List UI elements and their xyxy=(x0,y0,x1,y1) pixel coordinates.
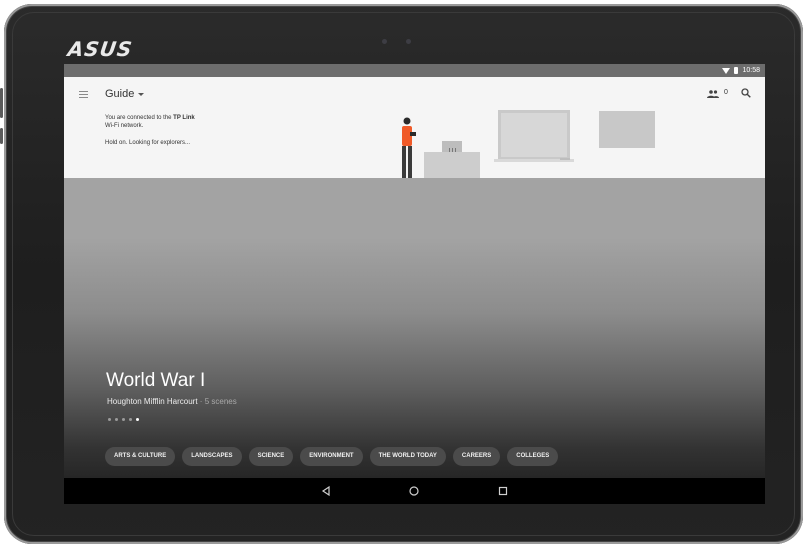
carousel-dot-active[interactable] xyxy=(136,418,139,421)
connection-message-line2: Wi-Fi network. xyxy=(105,123,144,129)
searching-message: Hold on. Looking for explorers... xyxy=(105,140,191,146)
carousel-dot[interactable] xyxy=(129,418,132,421)
wifi-icon xyxy=(722,67,731,74)
carousel-dots xyxy=(108,418,139,421)
guide-title: Guide xyxy=(105,88,135,100)
chip-landscapes[interactable]: LANDSCAPES xyxy=(182,447,242,466)
search-icon[interactable] xyxy=(741,88,751,98)
chip-world-today[interactable]: THE WORLD TODAY xyxy=(369,447,446,466)
people-icon[interactable] xyxy=(707,90,719,98)
back-icon[interactable] xyxy=(320,485,332,497)
screen: 10:58 Guide You are connected to the TP … xyxy=(64,64,765,504)
chip-arts-culture[interactable]: ARTS & CULTURE xyxy=(105,447,176,466)
router xyxy=(442,141,462,152)
meta-separator: · xyxy=(199,397,203,406)
battery-icon xyxy=(734,67,739,74)
chip-science[interactable]: SCIENCE xyxy=(248,447,294,466)
screen-board xyxy=(498,110,570,160)
scene-count: 5 scenes xyxy=(204,397,237,406)
chip-careers[interactable]: CAREERS xyxy=(452,447,501,466)
explorer-count: 0 xyxy=(724,89,728,96)
desk xyxy=(424,152,480,178)
app-header: Guide You are connected to the TP Link W… xyxy=(64,77,765,178)
expedition-title: World War I xyxy=(106,370,206,391)
carousel-dot[interactable] xyxy=(108,418,111,421)
chip-colleges[interactable]: COLLEGES xyxy=(507,447,559,466)
person-figure xyxy=(402,117,416,178)
navigation-bar xyxy=(64,478,765,504)
status-bar: 10:58 xyxy=(64,64,765,77)
featured-expedition[interactable]: World War I Houghton Mifflin Harcourt · … xyxy=(64,178,765,478)
power-button[interactable] xyxy=(0,128,3,144)
guide-dropdown[interactable]: Guide xyxy=(105,88,145,100)
network-name: TP Link xyxy=(173,115,195,121)
carousel-dot[interactable] xyxy=(122,418,125,421)
carousel-dot[interactable] xyxy=(115,418,118,421)
recents-icon[interactable] xyxy=(497,485,509,497)
wall-board xyxy=(599,111,655,148)
expedition-meta: Houghton Mifflin Harcourt · 5 scenes xyxy=(107,397,237,406)
menu-icon[interactable] xyxy=(79,91,88,98)
volume-button[interactable] xyxy=(0,88,3,118)
home-icon[interactable] xyxy=(408,485,420,497)
status-time: 10:58 xyxy=(742,67,760,74)
connection-message: You are connected to the TP Link xyxy=(105,115,195,121)
waiting-illustration xyxy=(402,110,655,178)
caret-down-icon xyxy=(138,93,145,96)
category-chips: ARTS & CULTURE LANDSCAPES SCIENCE ENVIRO… xyxy=(105,447,559,466)
brand-logo: ASUS xyxy=(66,37,135,61)
publisher: Houghton Mifflin Harcourt xyxy=(107,397,198,406)
light-sensor xyxy=(406,39,411,44)
front-camera xyxy=(382,39,387,44)
chip-environment[interactable]: ENVIRONMENT xyxy=(300,447,363,466)
